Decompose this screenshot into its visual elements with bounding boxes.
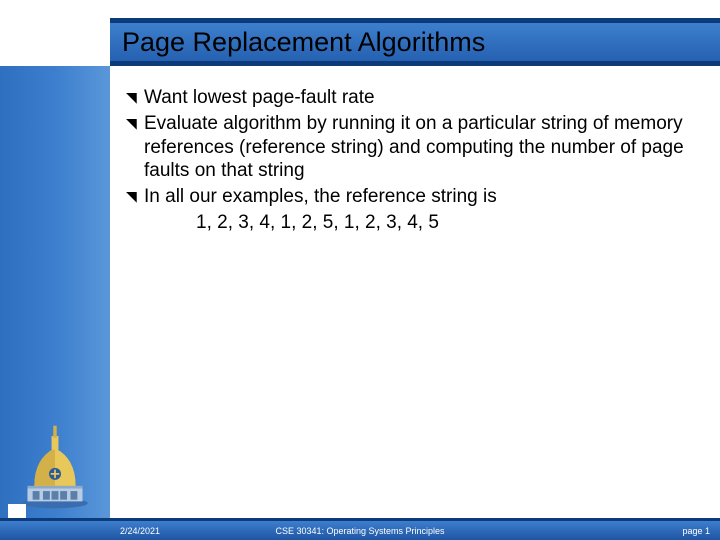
footer-bar: 2/24/2021 CSE 30341: Operating Systems P… [0,518,720,540]
bullet-text: Want lowest page-fault rate [144,86,696,110]
bullet-item: ◥ Want lowest page-fault rate [126,86,696,110]
title-bar: Page Replacement Algorithms [110,18,720,66]
footer-date: 2/24/2021 [120,526,160,536]
bullet-text: Evaluate algorithm by running it on a pa… [144,112,696,183]
corner-block [8,504,26,518]
slide-title: Page Replacement Algorithms [110,27,485,58]
footer-course: CSE 30341: Operating Systems Principles [275,526,444,536]
dome-logo [12,424,98,510]
slide-body: ◥ Want lowest page-fault rate ◥ Evaluate… [126,86,696,235]
arrow-icon: ◥ [126,185,144,209]
title-left-spacer [0,18,110,66]
arrow-icon: ◥ [126,86,144,110]
bullet-item: ◥ Evaluate algorithm by running it on a … [126,112,696,183]
footer-page: page 1 [682,526,710,536]
arrow-icon: ◥ [126,112,144,183]
bullet-item: ◥ In all our examples, the reference str… [126,185,696,209]
bullet-text: In all our examples, the reference strin… [144,185,696,209]
reference-string: 1, 2, 3, 4, 1, 2, 5, 1, 2, 3, 4, 5 [126,211,696,235]
dome-icon [12,424,98,510]
